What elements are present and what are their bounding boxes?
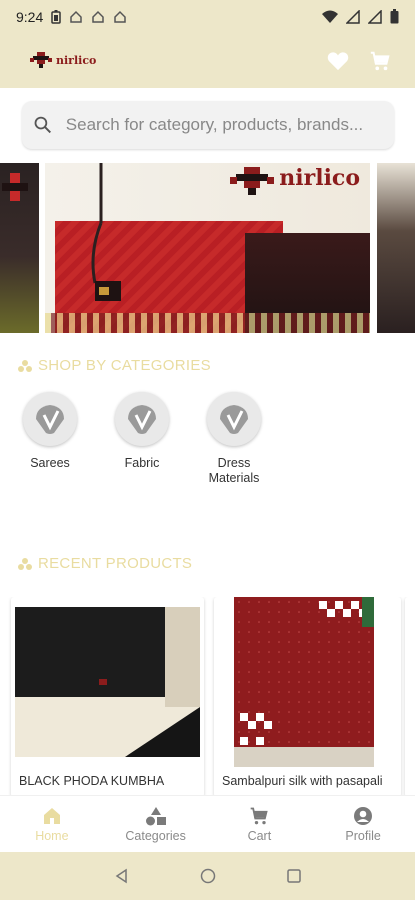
categories-section-title: SHOP BY CATEGORIES — [18, 357, 211, 374]
category-label: Dress Materials — [208, 456, 260, 485]
search-icon — [34, 116, 51, 134]
profile-icon — [354, 806, 373, 825]
categories-icon — [145, 806, 166, 825]
nav-home-label: Home — [35, 828, 69, 843]
banner-logo-mark-icon — [230, 167, 274, 195]
status-bar: 9:24 — [0, 0, 415, 33]
category-label: Fabric — [124, 456, 160, 470]
status-time: 9:24 — [16, 8, 44, 25]
logo-mark-icon — [30, 51, 52, 68]
home-icon — [70, 10, 82, 23]
category-image — [207, 392, 261, 446]
placeholder-image-icon — [128, 405, 156, 434]
category-dots-icon — [18, 359, 32, 372]
signal-icon — [346, 9, 360, 24]
category-sarees[interactable]: Sarees — [20, 392, 80, 486]
heart-icon[interactable] — [327, 51, 349, 71]
cart-icon[interactable] — [369, 50, 391, 72]
nav-categories[interactable]: Categories — [104, 796, 208, 852]
category-fabric[interactable]: Fabric — [112, 392, 172, 486]
home-icon — [92, 10, 104, 23]
nav-profile-label: Profile — [345, 828, 381, 843]
search-input[interactable] — [65, 115, 382, 135]
nav-profile[interactable]: Profile — [311, 796, 415, 852]
placeholder-image-icon — [220, 405, 248, 434]
category-image — [115, 392, 169, 446]
nav-cart-label: Cart — [247, 828, 272, 843]
nav-categories-label: Categories — [125, 828, 186, 843]
product-name: BLACK PHODA KUMBHA — [19, 774, 165, 788]
product-card-partial[interactable] — [405, 597, 415, 797]
home-circle-icon[interactable] — [200, 868, 216, 884]
app-bar: nirlico — [0, 33, 415, 88]
system-navigation-bar — [0, 852, 415, 900]
categories-section-label: SHOP BY CATEGORIES — [38, 357, 211, 374]
category-dress-materials[interactable]: Dress Materials — [204, 392, 264, 486]
battery-saver-icon — [51, 9, 61, 24]
home-icon — [114, 10, 126, 23]
recent-products-section-title: RECENT PRODUCTS — [18, 555, 192, 572]
battery-icon — [390, 9, 399, 24]
brand-logo[interactable]: nirlico — [30, 51, 97, 70]
recent-products-section-label: RECENT PRODUCTS — [38, 555, 193, 572]
banner-slide-current[interactable]: nirlico — [45, 163, 370, 333]
bottom-navigation: Home Categories Cart Profile — [0, 795, 415, 852]
search-bar[interactable] — [22, 101, 394, 149]
wifi-icon — [322, 10, 338, 23]
banner-slide-previous[interactable] — [0, 163, 39, 333]
cart-icon — [251, 807, 269, 824]
recents-icon[interactable] — [286, 868, 302, 884]
brass-lamp-icon — [91, 163, 121, 301]
back-icon[interactable] — [114, 868, 130, 884]
product-name: Sambalpuri silk with pasapali — [222, 774, 383, 788]
banner-slide-next[interactable] — [377, 163, 415, 333]
banner-saree-border — [45, 313, 370, 333]
product-card[interactable]: BLACK PHODA KUMBHA — [11, 597, 204, 797]
category-label: Sarees — [30, 456, 70, 470]
placeholder-image-icon — [36, 405, 64, 434]
product-image — [15, 607, 200, 757]
category-image — [23, 392, 77, 446]
nav-home[interactable]: Home — [0, 796, 104, 852]
category-dots-icon — [18, 557, 32, 570]
banner-brand-text: nirlico — [279, 165, 360, 191]
category-list: Sarees Fabric Dress Materials — [20, 392, 264, 486]
product-image — [234, 597, 374, 767]
product-card[interactable]: Sambalpuri silk with pasapali — [214, 597, 401, 797]
signal-icon — [368, 9, 382, 24]
pattern-motif-icon — [2, 173, 28, 201]
banner-carousel[interactable]: nirlico — [0, 163, 415, 333]
recent-products-list: BLACK PHODA KUMBHA Sambalpuri silk with … — [0, 597, 415, 797]
logo-text: nirlico — [56, 54, 97, 67]
home-icon — [43, 807, 60, 824]
nav-cart[interactable]: Cart — [208, 796, 312, 852]
